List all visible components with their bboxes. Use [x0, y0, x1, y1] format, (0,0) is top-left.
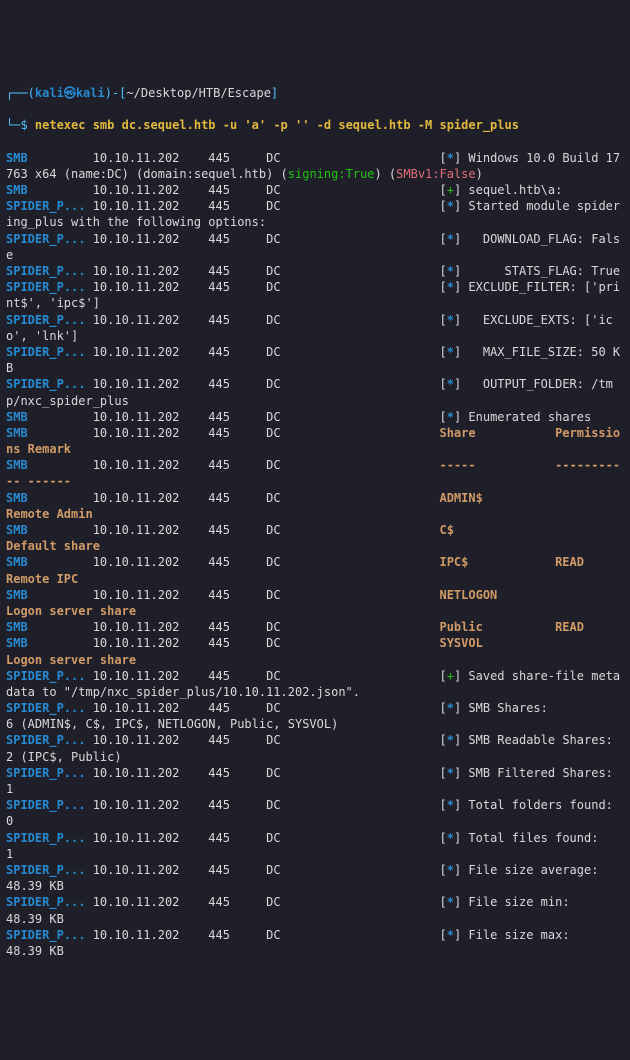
- output-line: SPIDER_P... 10.10.11.202 445 DC [*] Star…: [6, 198, 624, 230]
- output-line: SMB 10.10.11.202 445 DC IPC$ READ Remote…: [6, 554, 624, 586]
- output-line: SMB 10.10.11.202 445 DC [*] Windows 10.0…: [6, 150, 624, 182]
- output-line: SPIDER_P... 10.10.11.202 445 DC [+] Save…: [6, 668, 624, 700]
- output-line: SPIDER_P... 10.10.11.202 445 DC [*] OUTP…: [6, 376, 624, 408]
- output-line: SMB 10.10.11.202 445 DC [+] sequel.htb\a…: [6, 182, 624, 198]
- output-line: SPIDER_P... 10.10.11.202 445 DC [*] SMB …: [6, 732, 624, 764]
- output-line: SPIDER_P... 10.10.11.202 445 DC [*] File…: [6, 862, 624, 894]
- output-line: SMB 10.10.11.202 445 DC Share Permission…: [6, 425, 624, 457]
- output-line: SPIDER_P... 10.10.11.202 445 DC [*] EXCL…: [6, 312, 624, 344]
- output-line: SPIDER_P... 10.10.11.202 445 DC [*] MAX_…: [6, 344, 624, 376]
- output-line: SMB 10.10.11.202 445 DC C$ Default share: [6, 522, 624, 554]
- command-line: └─$ netexec smb dc.sequel.htb -u 'a' -p …: [6, 117, 624, 133]
- terminal-output[interactable]: ┌──(kali㉿kali)-[~/Desktop/HTB/Escape] └─…: [6, 69, 624, 976]
- prompt-line: ┌──(kali㉿kali)-[~/Desktop/HTB/Escape]: [6, 85, 624, 101]
- output-line: SMB 10.10.11.202 445 DC ----- ----------…: [6, 457, 624, 489]
- output-line: SPIDER_P... 10.10.11.202 445 DC [*] DOWN…: [6, 231, 624, 263]
- output-line: SMB 10.10.11.202 445 DC SYSVOL Logon ser…: [6, 635, 624, 667]
- output-line: SMB 10.10.11.202 445 DC Public READ: [6, 619, 624, 635]
- output-line: SPIDER_P... 10.10.11.202 445 DC [*] EXCL…: [6, 279, 624, 311]
- output-line: SMB 10.10.11.202 445 DC [*] Enumerated s…: [6, 409, 624, 425]
- output-line: SPIDER_P... 10.10.11.202 445 DC [*] Tota…: [6, 830, 624, 862]
- output-block: SMB 10.10.11.202 445 DC [*] Windows 10.0…: [6, 150, 624, 959]
- output-line: SPIDER_P... 10.10.11.202 445 DC [*] File…: [6, 894, 624, 926]
- output-line: SPIDER_P... 10.10.11.202 445 DC [*] Tota…: [6, 797, 624, 829]
- output-line: SMB 10.10.11.202 445 DC NETLOGON Logon s…: [6, 587, 624, 619]
- output-line: SMB 10.10.11.202 445 DC ADMIN$ Remote Ad…: [6, 490, 624, 522]
- output-line: SPIDER_P... 10.10.11.202 445 DC [*] SMB …: [6, 765, 624, 797]
- output-line: SPIDER_P... 10.10.11.202 445 DC [*] SMB …: [6, 700, 624, 732]
- output-line: SPIDER_P... 10.10.11.202 445 DC [*] STAT…: [6, 263, 624, 279]
- output-line: SPIDER_P... 10.10.11.202 445 DC [*] File…: [6, 927, 624, 959]
- command-text: netexec smb dc.sequel.htb -u 'a' -p '' -…: [35, 118, 519, 132]
